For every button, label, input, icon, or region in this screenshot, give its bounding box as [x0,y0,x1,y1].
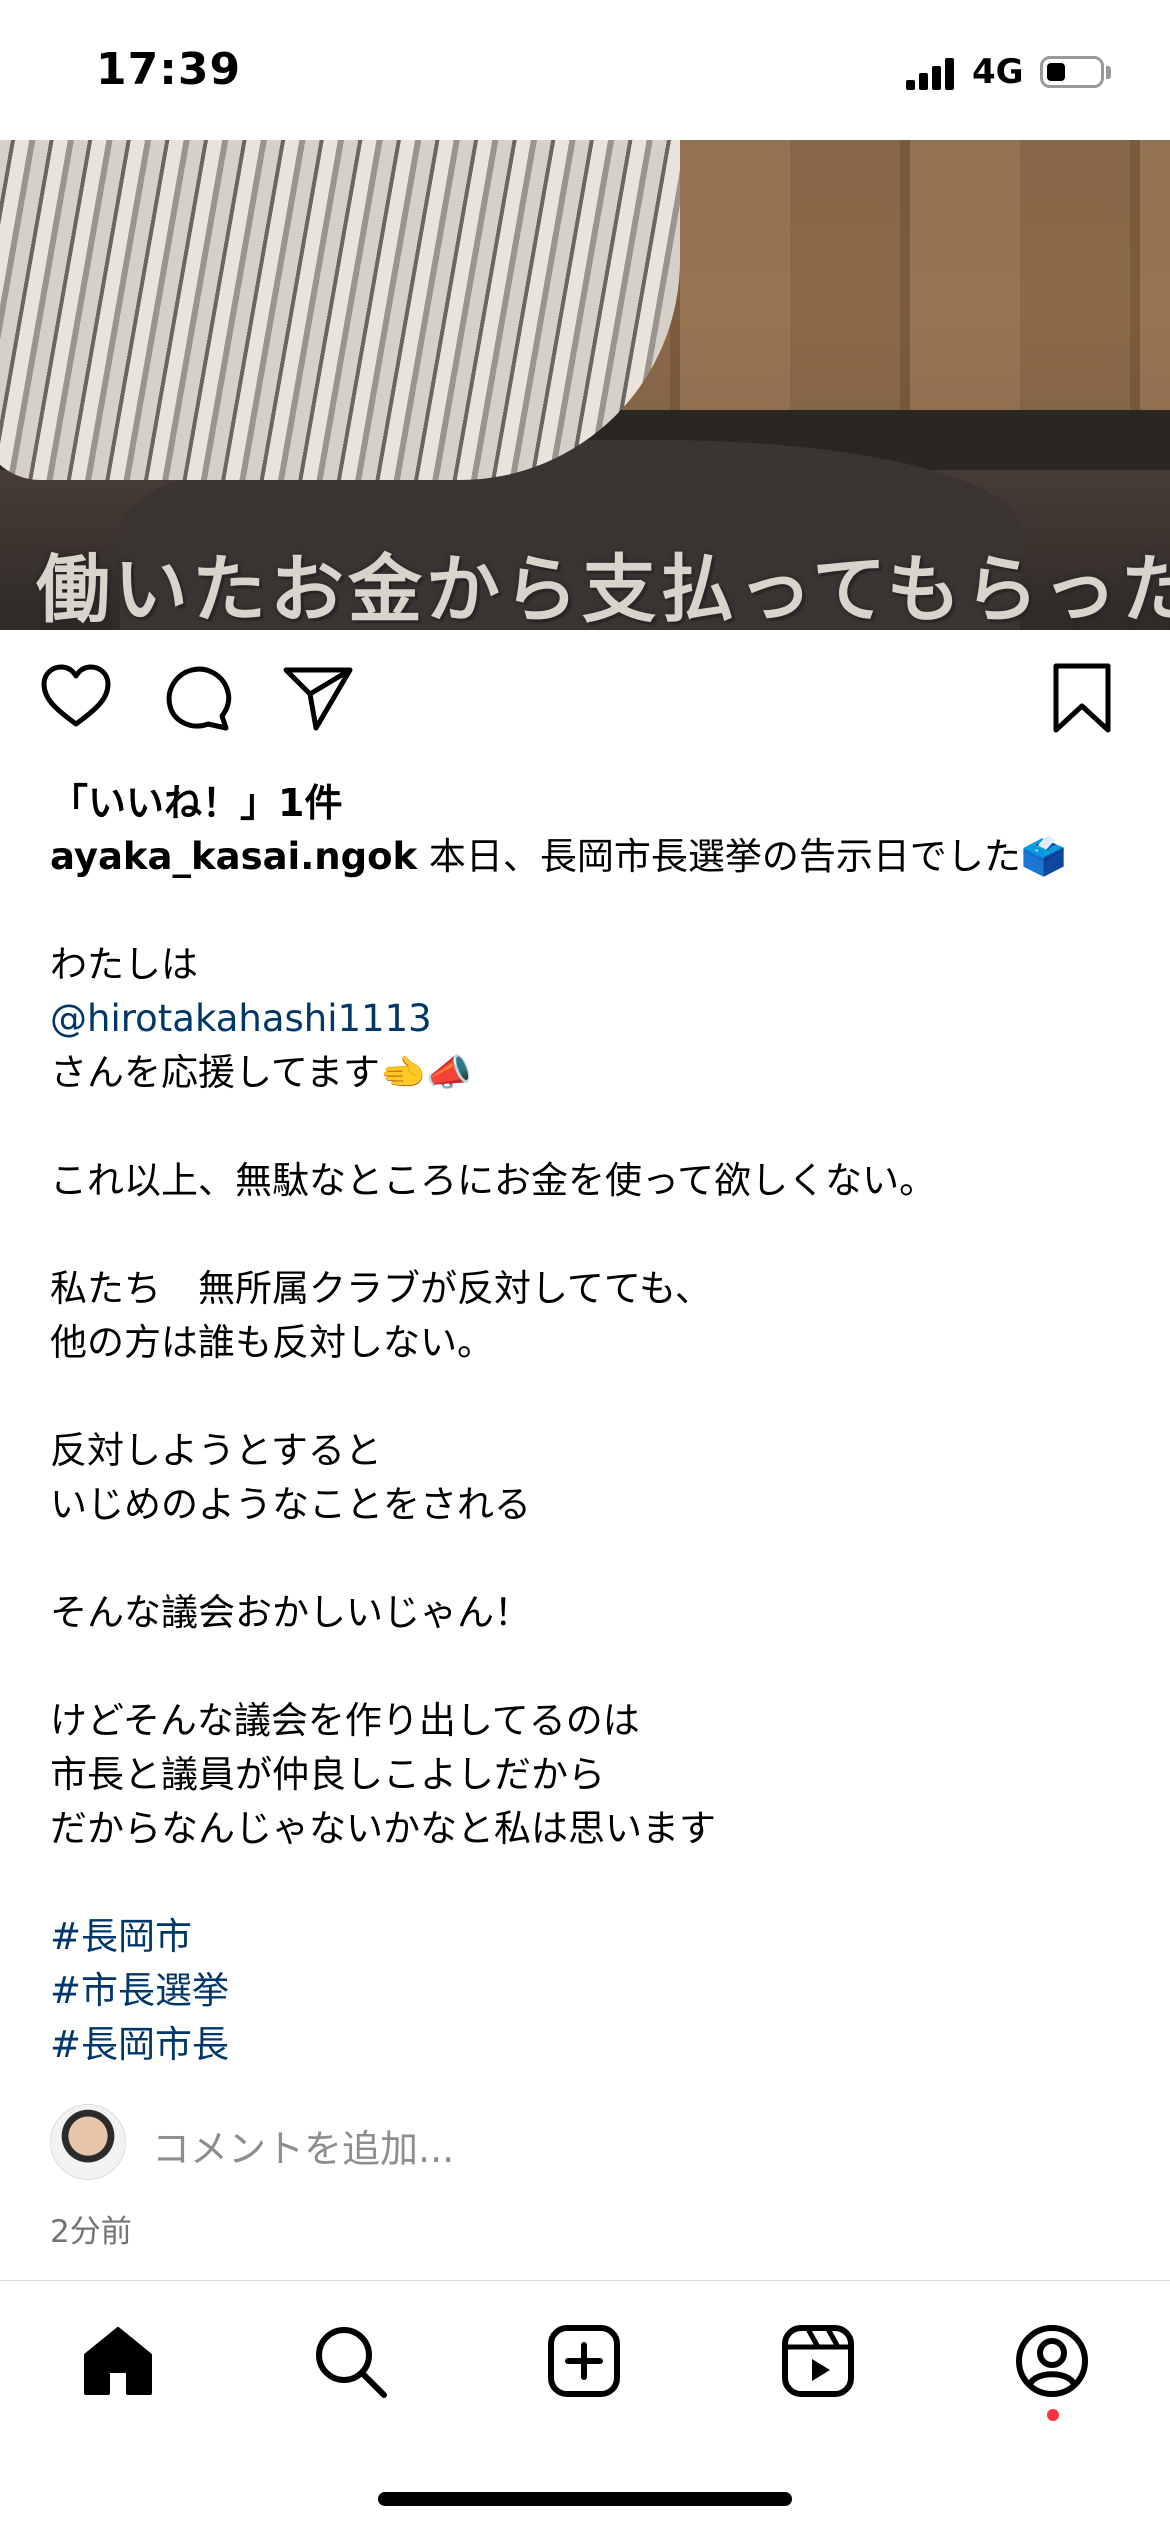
status-time: 17:39 [96,44,242,95]
battery-icon [1040,56,1104,88]
caption-line: さんを応援してます🫲📣 [50,1051,473,1094]
post-caption: ayaka_kasai.ngok 本日、長岡市長選挙の告示日でした🗳️ わたしは… [50,830,1130,2072]
caption-line: 市長と議員が仲良しこよしだから [50,1753,605,1796]
home-icon [84,2327,152,2395]
comment-icon [166,666,232,731]
caption-line: わたしは [50,943,198,986]
hashtag-link[interactable]: #長岡市長 [50,2018,1130,2072]
home-indicator[interactable] [378,2492,792,2506]
add-comment-row[interactable]: コメントを追加... [50,2104,1120,2180]
send-icon [283,667,353,731]
comment-input[interactable]: コメントを追加... [152,2118,454,2173]
bookmark-icon [1053,663,1111,733]
search-icon [316,2327,387,2398]
caption-blank-line [50,1532,1130,1586]
mention-link[interactable]: @hirotakahashi1113 [50,992,1130,1046]
caption-body: わたしは @hirotakahashi1113 さんを応援してます🫲📣 これ以上、無駄… [50,884,1130,2072]
caption-line: 反対しようとすると [50,1429,382,1472]
caption-blank-line [50,1856,1130,1910]
caption-line: 私たち 無所属クラブが反対してても、 [50,1267,712,1310]
status-bar: 17:39 4G [0,0,1170,140]
tab-home[interactable] [78,2321,158,2401]
post-video[interactable]: 働いたお金から支払ってもらった [0,140,1170,630]
battery-level [1047,63,1066,81]
likes-count[interactable]: 「いいね！」1件 [50,772,342,827]
caption-line: 他の方は誰も反対しない。 [50,1321,494,1364]
tab-create[interactable] [544,2321,624,2401]
signal-icon [906,58,958,90]
caption-blank-line [50,1640,1130,1694]
caption-line: これ以上、無駄なところにお金を使って欲しくない。 [50,1159,937,1202]
share-button[interactable] [280,660,356,736]
create-icon [548,2325,620,2397]
caption-line: そんな議会おかしいじゃん！ [50,1591,531,1634]
network-type: 4G [972,52,1024,92]
tab-profile[interactable] [1012,2321,1092,2401]
profile-icon [1016,2325,1088,2397]
caption-blank-line [50,1100,1130,1154]
caption-blank-line [50,1208,1130,1262]
caption-line: けどそんな議会を作り出してるのは [50,1699,640,1742]
caption-blank-line [50,1370,1130,1424]
caption-line: いじめのようなことをされる [50,1483,531,1526]
heart-icon [41,664,111,727]
tab-reels[interactable] [778,2321,858,2401]
caption-first-line: 本日、長岡市長選挙の告示日でした🗳️ [428,835,1067,878]
caption-blank-line [50,884,1130,938]
like-button[interactable] [38,660,114,736]
notification-dot [1047,2409,1059,2421]
video-person-sleeve [0,140,680,480]
reels-icon [782,2325,854,2397]
hashtag-link[interactable]: #市長選挙 [50,1964,1130,2018]
post-username[interactable]: ayaka_kasai.ngok [50,835,417,878]
avatar [50,2104,126,2180]
caption-line: だからなんじゃないかなと私は思います [50,1807,716,1850]
hashtag-link[interactable]: #長岡市 [50,1910,1130,1964]
post-timestamp: 2分前 [50,2214,132,2250]
battery-tip [1106,66,1111,79]
save-button[interactable] [1044,660,1120,736]
video-subtitle: 働いたお金から支払ってもらった [36,547,1170,630]
post-actions [0,660,1170,740]
comment-button[interactable] [160,660,236,736]
tab-search[interactable] [310,2321,390,2401]
